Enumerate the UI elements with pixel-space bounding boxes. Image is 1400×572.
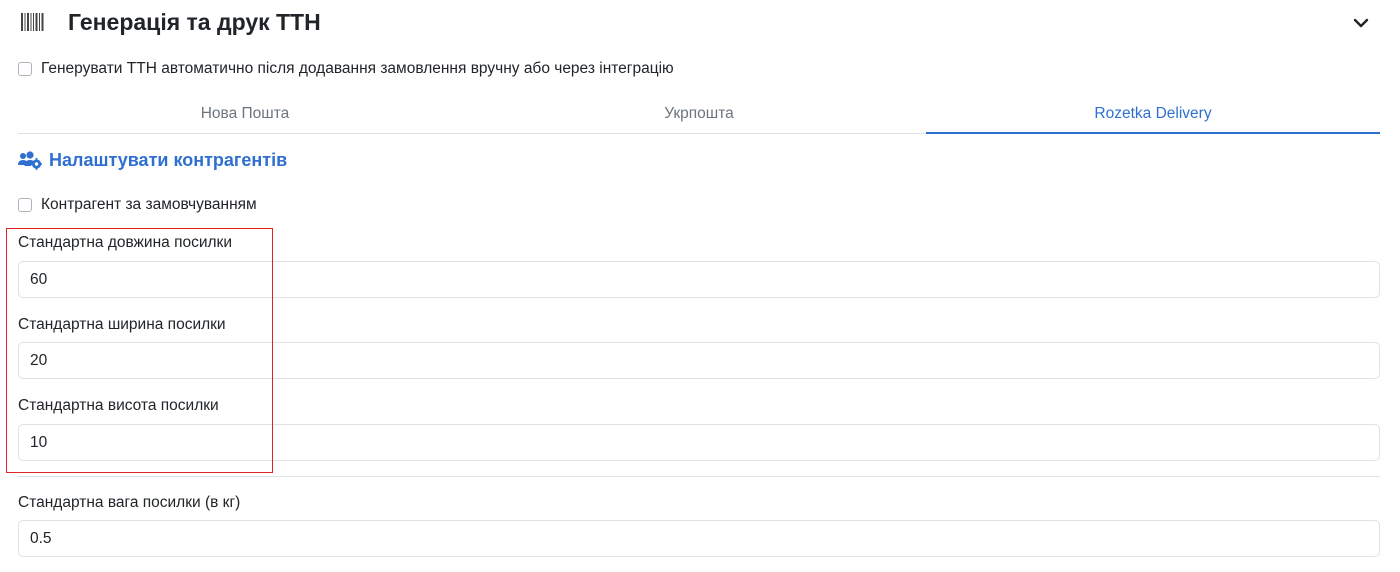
auto-generate-checkbox[interactable] — [18, 62, 32, 76]
height-input[interactable] — [18, 424, 1380, 461]
collapse-button[interactable] — [1350, 12, 1372, 34]
divider — [18, 476, 1380, 477]
page-title: Генерація та друк ТТН — [68, 9, 321, 35]
default-contractor-checkbox[interactable] — [18, 198, 32, 212]
tab-nova-poshta[interactable]: Нова Пошта — [18, 97, 472, 133]
section-header: Генерація та друк ТТН — [0, 0, 1400, 46]
tth-settings-page: Генерація та друк ТТН Генерувати ТТН авт… — [0, 0, 1400, 572]
weight-input[interactable] — [18, 520, 1380, 557]
users-cog-icon — [18, 151, 42, 170]
auto-generate-label: Генерувати ТТН автоматично після додаван… — [41, 60, 674, 77]
tab-rozetka-delivery[interactable]: Rozetka Delivery — [926, 97, 1380, 134]
width-label: Стандартна ширина посилки — [18, 316, 226, 333]
configure-contractors-link[interactable]: Налаштувати контрагентів — [18, 148, 287, 172]
length-label: Стандартна довжина посилки — [18, 234, 232, 251]
width-input[interactable] — [18, 342, 1380, 379]
length-input[interactable] — [18, 261, 1380, 298]
weight-label: Стандартна вага посилки (в кг) — [18, 494, 241, 511]
tab-ukrposhta[interactable]: Укрпошта — [472, 97, 926, 133]
chevron-down-icon — [1353, 18, 1369, 28]
default-contractor-label: Контрагент за замовчуванням — [41, 196, 257, 213]
default-contractor-option[interactable]: Контрагент за замовчуванням — [18, 195, 257, 215]
auto-generate-option[interactable]: Генерувати ТТН автоматично після додаван… — [18, 59, 674, 79]
carrier-tabs: Нова Пошта Укрпошта Rozetka Delivery — [18, 97, 1380, 134]
configure-contractors-label: Налаштувати контрагентів — [49, 150, 288, 170]
barcode-icon — [21, 13, 44, 31]
height-label: Стандартна висота посилки — [18, 397, 219, 414]
